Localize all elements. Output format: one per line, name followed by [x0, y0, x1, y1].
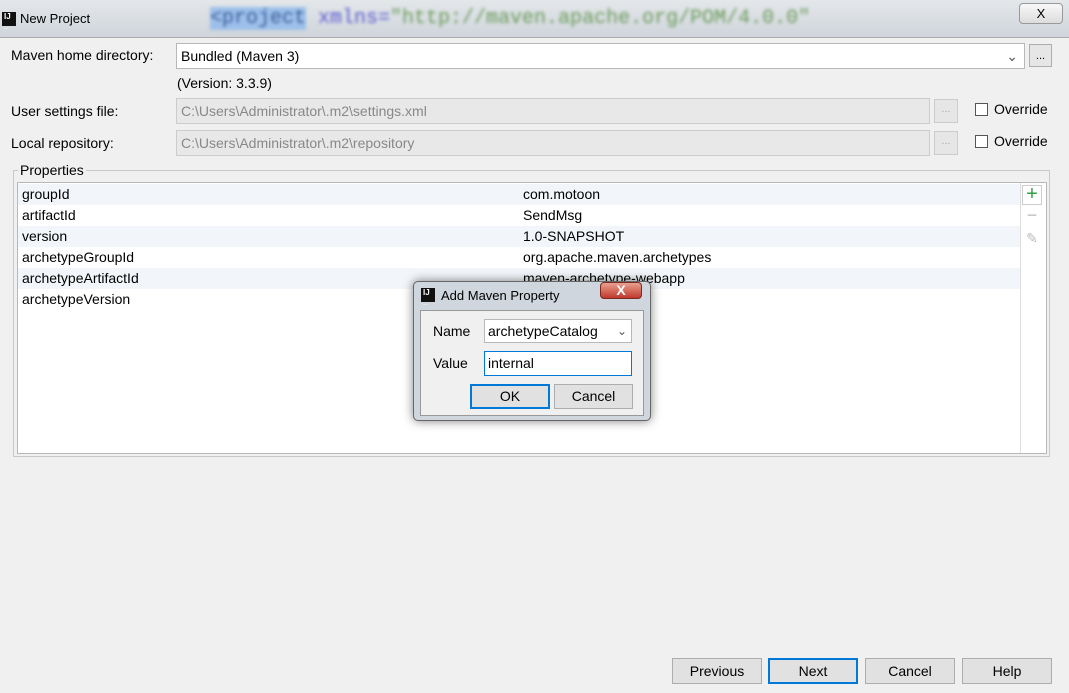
- value-label: Value: [433, 355, 468, 371]
- property-name: artifactId: [22, 207, 76, 223]
- property-row[interactable]: archetypeGroupId org.apache.maven.archety…: [18, 247, 1020, 268]
- property-name: archetypeVersion: [22, 291, 131, 307]
- chevron-down-icon: ⌄: [1006, 48, 1018, 64]
- dialog-title: Add Maven Property: [441, 288, 560, 303]
- close-window-button[interactable]: X: [1019, 3, 1063, 24]
- ok-button[interactable]: OK: [470, 384, 550, 409]
- user-settings-input[interactable]: C:\Users\Administrator\.m2\settings.xml: [176, 98, 930, 124]
- local-repo-input[interactable]: C:\Users\Administrator\.m2\repository: [176, 130, 930, 156]
- next-button[interactable]: Next: [768, 658, 858, 684]
- intellij-icon: IJ _: [2, 12, 16, 30]
- window-title: New Project: [20, 11, 91, 26]
- edit-property-button[interactable]: ✎: [1022, 227, 1042, 247]
- user-settings-override-label: Override: [994, 101, 1048, 117]
- user-settings-override-checkbox[interactable]: [975, 103, 988, 116]
- background-code: <project xmlns="http://maven.apache.org/…: [210, 7, 811, 30]
- value-input[interactable]: internal: [484, 351, 632, 376]
- title-bar: IJ _ New Project <project xmlns="http://m…: [0, 0, 1069, 38]
- maven-home-browse-button[interactable]: ...: [1029, 44, 1052, 67]
- local-repo-override-label: Override: [994, 133, 1048, 149]
- maven-version-text: (Version: 3.3.9): [177, 75, 272, 91]
- property-name: archetypeGroupId: [22, 249, 135, 265]
- property-value: 1.0-SNAPSHOT: [523, 228, 625, 244]
- property-row[interactable]: version 1.0-SNAPSHOT: [18, 226, 1020, 247]
- local-repo-browse-button[interactable]: ...: [934, 131, 958, 155]
- name-combobox[interactable]: archetypeCatalog ⌄: [484, 319, 632, 343]
- maven-home-select[interactable]: Bundled (Maven 3) ⌄: [176, 43, 1025, 69]
- name-label: Name: [433, 323, 471, 339]
- chevron-down-icon: ⌄: [616, 324, 627, 338]
- intellij-icon: IJ _: [421, 288, 435, 306]
- add-property-button[interactable]: +: [1022, 184, 1042, 205]
- remove-property-button[interactable]: −: [1022, 206, 1042, 226]
- property-row[interactable]: artifactId SendMsg: [18, 205, 1020, 226]
- dialog-close-button[interactable]: X: [600, 282, 642, 299]
- local-repo-override-checkbox[interactable]: [975, 135, 988, 148]
- maven-home-label: Maven home directory:: [11, 47, 154, 63]
- user-settings-browse-button[interactable]: ...: [934, 99, 958, 123]
- dialog-cancel-button[interactable]: Cancel: [554, 384, 633, 409]
- property-row[interactable]: groupId com.motoon: [18, 184, 1020, 205]
- property-name: archetypeArtifactId: [22, 270, 139, 286]
- help-button[interactable]: Help: [962, 658, 1052, 684]
- property-value: SendMsg: [523, 207, 583, 223]
- properties-title: Properties: [18, 162, 86, 178]
- property-name: groupId: [22, 186, 70, 202]
- add-maven-property-dialog: IJ _ Add Maven Property X Name archetypeC…: [413, 281, 651, 421]
- property-name: version: [22, 228, 68, 244]
- cancel-button[interactable]: Cancel: [865, 658, 955, 684]
- property-value: com.motoon: [523, 186, 601, 202]
- property-value: org.apache.maven.archetypes: [523, 249, 712, 265]
- user-settings-label: User settings file:: [11, 103, 119, 119]
- local-repo-label: Local repository:: [11, 135, 114, 151]
- previous-button[interactable]: Previous: [672, 658, 762, 684]
